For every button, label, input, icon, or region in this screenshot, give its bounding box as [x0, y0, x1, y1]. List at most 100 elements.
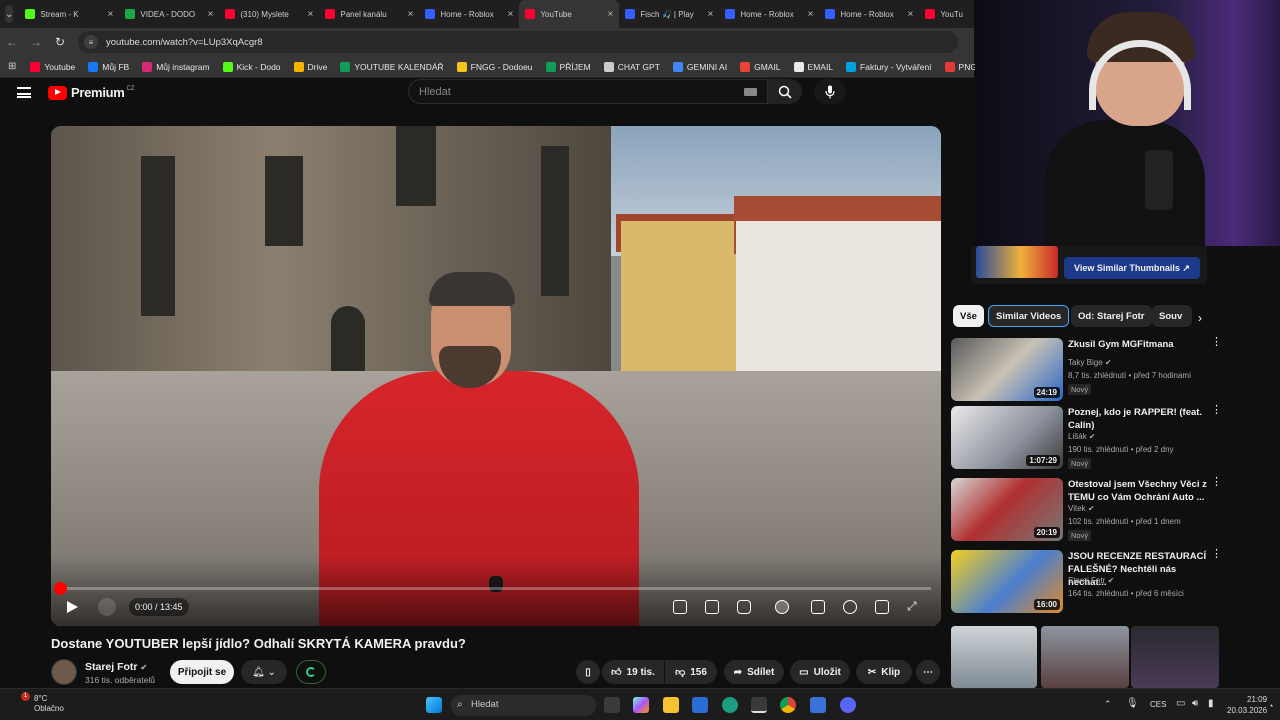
more-options-icon[interactable]: ⋮: [1211, 549, 1222, 560]
bookmark-item[interactable]: EMAIL: [793, 61, 833, 72]
bookmark-item[interactable]: Faktury - Vytváření: [846, 61, 932, 72]
chip-from-channel[interactable]: Od: Starej Fotr: [1071, 305, 1152, 327]
browser-tab[interactable]: YouTube ×: [519, 0, 620, 28]
channel-name[interactable]: Starej Fotr ✔: [85, 661, 147, 673]
like-button[interactable]: 👍︎ 19 tis.: [602, 660, 664, 684]
tab-search-icon[interactable]: ⌄: [5, 5, 14, 23]
settings-icon[interactable]: [843, 600, 857, 614]
apps-grid-icon[interactable]: ⊞: [8, 61, 16, 72]
task-view-icon[interactable]: [604, 697, 620, 713]
recommendation-thumbnail[interactable]: 20:19: [951, 478, 1063, 541]
battery-icon[interactable]: ▮: [1208, 698, 1214, 709]
close-icon[interactable]: ×: [808, 9, 814, 20]
more-actions-button[interactable]: ⋯: [916, 660, 940, 684]
notification-bell-icon[interactable]: ◔: [1268, 701, 1273, 711]
save-button[interactable]: ▭ Uložit: [790, 660, 850, 684]
roblox-studio-icon[interactable]: [810, 697, 826, 713]
browser-tab[interactable]: Panel kanálu ×: [319, 0, 419, 28]
chip-similar-videos[interactable]: Similar Videos: [988, 305, 1070, 327]
more-options-icon[interactable]: ⋮: [1211, 477, 1222, 488]
join-button[interactable]: Připojit se: [170, 660, 234, 684]
photos-icon[interactable]: [692, 697, 708, 713]
site-info-icon[interactable]: ≡: [84, 35, 98, 49]
browser-tab[interactable]: Home - Roblox ×: [719, 0, 819, 28]
close-icon[interactable]: ×: [908, 9, 914, 20]
speaker-icon[interactable]: 🔊︎: [1192, 698, 1198, 709]
progress-bar[interactable]: [61, 587, 931, 590]
recommendation-item[interactable]: 20:19 Otestoval jsem Všechny Věci z TEMU …: [951, 477, 1222, 542]
browser-tab[interactable]: Stream - K ×: [19, 0, 119, 28]
recommendation-channel[interactable]: Starej Fotr ✔: [1068, 576, 1114, 585]
voice-search-button[interactable]: [814, 79, 846, 104]
reload-icon[interactable]: ↻: [48, 35, 72, 49]
recommendation-channel[interactable]: Lišák ✔: [1068, 432, 1096, 441]
recommendation-title[interactable]: Otestoval jsem Všechny Věci z TEMU co Vá…: [1068, 478, 1208, 504]
recommendation-title[interactable]: Zkusil Gym MGFitmana: [1068, 338, 1208, 351]
forward-icon[interactable]: →: [24, 35, 48, 49]
thumbnail-icon[interactable]: [673, 600, 687, 614]
browser-tab[interactable]: Fisch 🎣 | Play ×: [619, 0, 719, 28]
more-options-icon[interactable]: ⋮: [1211, 337, 1222, 348]
recommendation-title[interactable]: Poznej, kdo je RAPPER! (feat. Calin): [1068, 406, 1208, 432]
bookmark-item[interactable]: PŘÍJEM: [545, 61, 591, 72]
network-icon[interactable]: ▭: [1176, 698, 1185, 709]
transcript-icon[interactable]: [705, 600, 719, 614]
bookmark-item[interactable]: GEMINI AI: [672, 61, 727, 72]
file-explorer-icon[interactable]: [663, 697, 679, 713]
terminal-icon[interactable]: [751, 697, 767, 713]
chrome-icon[interactable]: [780, 697, 796, 713]
recommendation-thumbnail[interactable]: [1041, 626, 1129, 688]
back-icon[interactable]: ←: [0, 35, 24, 49]
theater-mode-icon[interactable]: [875, 600, 889, 614]
dislike-button[interactable]: 👎︎ 156: [665, 660, 717, 684]
recommendation-thumbnail[interactable]: 1:07:29: [951, 406, 1063, 469]
close-icon[interactable]: ×: [108, 9, 114, 20]
chevron-up-icon[interactable]: ⌃: [1104, 699, 1112, 710]
subtitles-icon[interactable]: [811, 600, 825, 614]
close-icon[interactable]: ×: [208, 9, 214, 20]
recommendation-item[interactable]: 1:07:29 Poznej, kdo je RAPPER! (feat. Cal…: [951, 405, 1222, 470]
fullscreen-icon[interactable]: ⤢: [907, 600, 921, 614]
address-bar[interactable]: ≡ youtube.com/watch?v=LUp3XqAcgr8: [78, 31, 958, 53]
bookmark-item[interactable]: FNGG - Dodoeu: [456, 61, 533, 72]
browser-tab[interactable]: VIDEA - DODO ×: [119, 0, 219, 28]
chevron-right-icon[interactable]: ›: [1198, 311, 1202, 325]
bookmark-button[interactable]: ▯: [576, 660, 600, 684]
close-icon[interactable]: ×: [608, 9, 614, 20]
recommendation-thumbnail[interactable]: [951, 626, 1037, 688]
bookmark-item[interactable]: Můj FB: [88, 61, 129, 72]
notifications-button[interactable]: 🔔︎ ⌄: [241, 660, 287, 684]
keyboard-icon[interactable]: [744, 88, 757, 96]
browser-tab[interactable]: Home - Roblox ×: [419, 0, 519, 28]
edge-icon[interactable]: [722, 697, 738, 713]
taskbar-search[interactable]: Hledat: [451, 695, 596, 716]
chip-all[interactable]: Vše: [953, 305, 984, 327]
loading-button[interactable]: [296, 660, 326, 684]
close-icon[interactable]: ×: [308, 9, 314, 20]
recommendation-thumbnail[interactable]: 24:19: [951, 338, 1063, 401]
browser-tab[interactable]: (310) Myslete ×: [219, 0, 319, 28]
language-indicator[interactable]: CES: [1150, 700, 1166, 709]
browser-tab[interactable]: Home - Roblox ×: [819, 0, 919, 28]
recommendation-item[interactable]: 16:00 JSOU RECENZE RESTAURACÍ FALEŠNÉ? Ne…: [951, 549, 1222, 614]
recommendation-item[interactable]: 24:19 Zkusil Gym MGFitmana Taky Bige ✔ 8,7 …: [951, 337, 1222, 402]
featured-thumbnail[interactable]: [976, 246, 1058, 278]
windows-start-icon[interactable]: [426, 697, 442, 713]
bookmark-item[interactable]: YOUTUBE KALENDÁŘ: [340, 61, 444, 72]
bookmark-item[interactable]: Youtube: [30, 61, 75, 72]
more-options-icon[interactable]: ⋮: [1211, 405, 1222, 416]
microphone-tray-icon[interactable]: 🎙︎: [1126, 698, 1139, 709]
autoplay-pause-icon[interactable]: [775, 600, 789, 614]
recommendation-channel[interactable]: Taky Bige ✔: [1068, 358, 1112, 367]
bookmark-item[interactable]: CHAT GPT: [603, 61, 660, 72]
bookmark-item[interactable]: Kick - Dodo: [222, 61, 281, 72]
search-input[interactable]: Hledat: [408, 79, 768, 104]
recommendation-thumbnail[interactable]: [1131, 626, 1219, 688]
clip-button[interactable]: ✂ Klip: [856, 660, 912, 684]
share-button[interactable]: ➦ Sdílet: [724, 660, 784, 684]
youtube-logo[interactable]: Premium CZ: [48, 85, 135, 100]
close-icon[interactable]: ×: [408, 9, 414, 20]
close-icon[interactable]: ×: [508, 9, 514, 20]
close-icon[interactable]: ×: [708, 9, 714, 20]
bookmark-item[interactable]: Můj instagram: [142, 61, 210, 72]
